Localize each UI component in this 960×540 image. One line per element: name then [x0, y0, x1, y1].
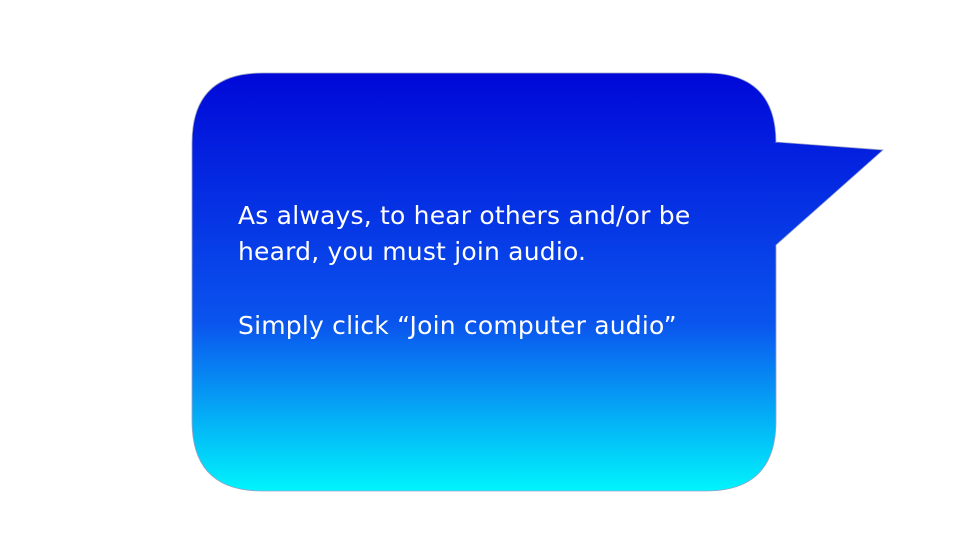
message-line-join-audio: As always, to hear others and/or be hear…: [238, 201, 691, 266]
slide: As always, to hear others and/or be hear…: [0, 0, 960, 540]
bubble-message: As always, to hear others and/or be hear…: [238, 198, 758, 344]
message-line-click-instruction: Simply click “Join computer audio”: [238, 311, 677, 340]
